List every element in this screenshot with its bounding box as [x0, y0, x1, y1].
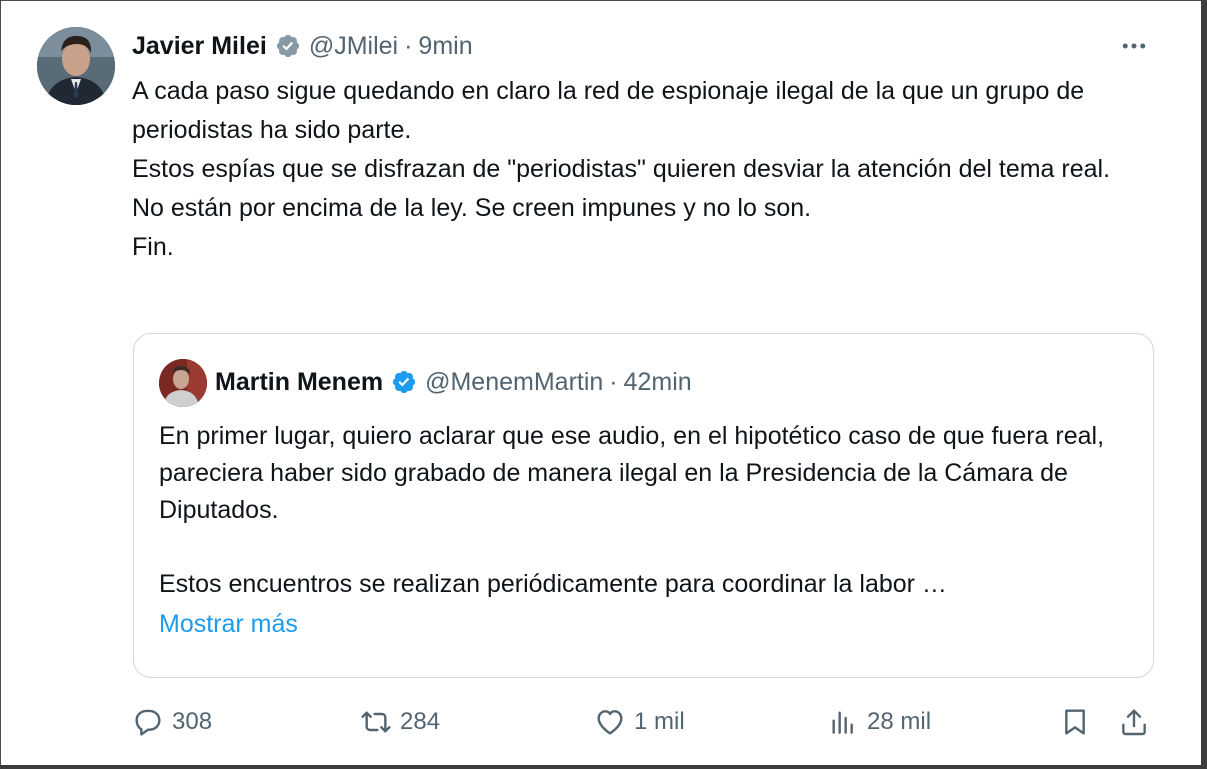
like-count: 1 mil	[634, 708, 685, 735]
tweet-text: A cada paso sigue quedando en claro la r…	[132, 77, 1111, 261]
tweet-timestamp[interactable]: 9min	[418, 32, 472, 61]
quoted-author-avatar[interactable]	[159, 359, 207, 407]
analytics-icon	[832, 711, 853, 734]
views-button[interactable]: 28 mil	[827, 700, 931, 744]
repost-count: 284	[400, 708, 441, 735]
reply-count: 308	[172, 708, 213, 735]
views-count: 28 mil	[867, 708, 932, 735]
verified-badge-icon	[275, 33, 301, 59]
share-button[interactable]	[1118, 700, 1150, 744]
quoted-tweet-text: En primer lugar, quiero aclarar que ese …	[159, 422, 1105, 598]
reply-button[interactable]: 308	[132, 700, 212, 744]
repost-button[interactable]: 284	[360, 700, 440, 744]
like-button[interactable]: 1 mil	[594, 700, 685, 744]
tweet-header: Javier Milei @JMilei · 9min	[132, 28, 473, 64]
repost-icon	[361, 711, 391, 733]
author-handle[interactable]: @JMilei	[309, 32, 398, 61]
reply-icon	[135, 709, 161, 736]
share-icon	[1122, 709, 1146, 736]
tweet-action-bar: 308 284 1 mil 28 mil	[132, 700, 1162, 744]
window-edge-bottom	[0, 765, 1207, 769]
show-more-link[interactable]: Mostrar más	[159, 610, 298, 639]
quoted-author-name[interactable]: Martin Menem	[215, 368, 383, 397]
window-edge-right	[1201, 0, 1207, 769]
author-avatar[interactable]	[37, 27, 115, 105]
quoted-verified-badge-icon	[391, 369, 417, 395]
heart-icon	[597, 710, 623, 735]
bookmark-icon	[1065, 709, 1085, 735]
quoted-header-separator: ·	[609, 367, 618, 396]
quoted-tweet-header: Martin Menem @MenemMartin · 42min	[215, 364, 692, 400]
more-horizontal-icon	[1122, 43, 1146, 49]
author-name[interactable]: Javier Milei	[132, 32, 267, 61]
quoted-author-handle[interactable]: @MenemMartin	[425, 368, 603, 397]
bookmark-button[interactable]	[1059, 700, 1091, 744]
more-options-button[interactable]	[1114, 30, 1154, 62]
header-separator: ·	[404, 31, 413, 60]
quoted-tweet-card[interactable]: Martin Menem @MenemMartin · 42min En pri…	[133, 333, 1154, 678]
quoted-timestamp[interactable]: 42min	[624, 368, 692, 397]
